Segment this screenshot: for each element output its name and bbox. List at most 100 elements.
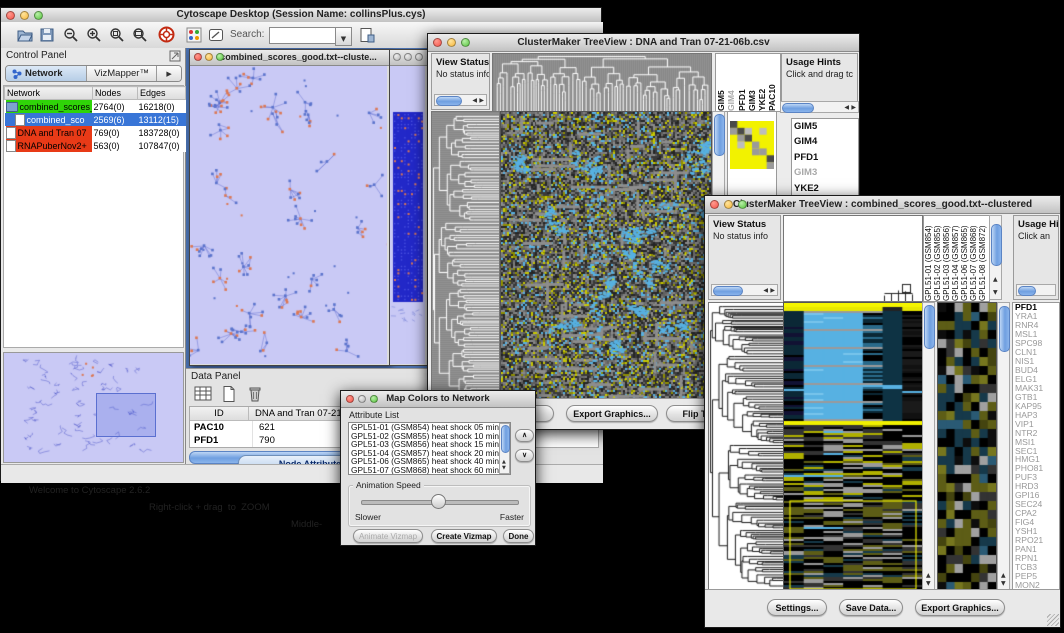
network-graph-canvas[interactable] [190,66,387,364]
column-header-nodes[interactable]: Nodes [93,87,138,100]
column-header-network[interactable]: Network [5,87,93,100]
network-view-2-title-bar[interactable] [390,50,427,66]
move-up-button[interactable]: ∧ [515,429,534,442]
close-icon[interactable] [194,53,202,61]
close-icon[interactable] [433,38,442,47]
minimize-icon[interactable] [20,11,29,20]
treeview-combined-title-bar[interactable]: ClusterMaker TreeView : combined_scores_… [705,196,1060,214]
search-dropdown-button[interactable]: ▼ [335,27,352,46]
minimize-icon[interactable] [404,53,412,61]
help-lifering-icon[interactable] [158,26,175,43]
zoom-matrix-canvas[interactable] [730,121,774,169]
column-label[interactable]: GIM4 [726,54,736,111]
gene-label[interactable]: PFD1 [794,150,858,165]
close-icon[interactable] [346,395,354,403]
tab-overflow-arrow[interactable]: ▶ [157,66,181,81]
overview-selection-rect[interactable] [96,393,156,437]
minimize-icon[interactable] [205,53,213,61]
zoom-window-icon[interactable] [738,200,747,209]
select-attributes-icon[interactable] [194,385,212,403]
open-file-icon[interactable] [17,27,33,43]
save-icon[interactable] [39,27,55,43]
gene-label[interactable]: GIM4 [794,134,858,149]
new-attribute-icon[interactable] [220,385,238,403]
zoom-vscrollbar[interactable]: ▲ ▼ [997,302,1010,590]
zoom-window-icon[interactable] [34,11,43,20]
column-label[interactable]: GPL51-06 (GSM865) [960,216,969,301]
gene-label[interactable]: YKE2 [794,181,858,196]
dense-network-canvas[interactable] [390,66,425,364]
scroll-up-icon[interactable]: ▲ [1001,573,1006,579]
dialog-title-bar[interactable]: Map Colors to Network [341,391,535,408]
column-label[interactable]: GPL51-08 (GSM872) [978,216,987,301]
export-graphics-button[interactable]: Export Graphics... [566,405,658,422]
scroll-left-icon[interactable]: ◀ [763,288,768,294]
main-title-bar[interactable]: Cytoscape Desktop (Session Name: collins… [1,8,601,23]
network-view-title-bar[interactable]: combined_scores_good.txt--cluste... [190,50,389,66]
network-row-rnapubernov2[interactable]: RNAPuberNov2+ 563(0) 107847(0) [5,139,186,152]
scroll-right-icon[interactable]: ▶ [851,105,856,111]
zoom-window-icon[interactable] [216,53,224,61]
column-dendrogram-canvas[interactable] [783,215,923,302]
scroll-up-icon[interactable]: ▲ [926,573,931,579]
create-vizmap-button[interactable]: Create Vizmap [431,529,497,543]
annotation-icon[interactable] [208,27,224,43]
scroll-down-icon[interactable]: ▼ [993,290,998,296]
zoom-window-icon[interactable] [415,53,423,61]
column-label[interactable]: GPL51-04 (GSM857) [951,216,960,301]
global-heatmap-canvas[interactable] [500,111,712,401]
column-label[interactable]: YKE2 [757,54,767,111]
export-graphics-button[interactable]: Export Graphics... [915,599,1005,616]
settings-button[interactable]: Settings... [767,599,827,616]
usage-hscrollbar[interactable] [1016,284,1056,296]
tab-network[interactable]: Network [6,66,87,81]
close-icon[interactable] [393,53,401,61]
move-down-button[interactable]: ∨ [515,449,534,462]
table-header-id[interactable]: ID [190,407,249,420]
close-icon[interactable] [710,200,719,209]
gene-dendrogram-canvas[interactable] [431,111,500,401]
column-label[interactable]: GIM3 [747,54,757,111]
column-label[interactable]: GPL51-07 (GSM868) [969,216,978,301]
zoom-selected-icon[interactable] [109,27,125,43]
network-overview-panel[interactable] [3,352,184,463]
scroll-up-icon[interactable]: ▲ [993,277,998,283]
gene-dendrogram-canvas[interactable] [708,302,784,592]
done-button[interactable]: Done [503,529,534,543]
resize-grip[interactable] [1047,614,1059,626]
gene-label[interactable]: GIM3 [794,165,858,180]
treeview-dna-title-bar[interactable]: ClusterMaker TreeView : DNA and Tran 07-… [428,34,859,52]
zoom-heatmap-canvas[interactable] [937,302,997,592]
column-dendrogram-canvas[interactable] [492,53,712,112]
zoom-window-icon[interactable] [461,38,470,47]
column-label[interactable]: PAC10 [767,54,777,111]
search-input[interactable] [269,27,337,44]
scroll-left-icon[interactable]: ◀ [472,98,477,104]
status-hscrollbar[interactable]: ◀ ▶ [434,94,487,106]
scroll-left-icon[interactable]: ◀ [844,105,849,111]
scroll-down-icon[interactable]: ▼ [1001,581,1006,587]
column-label[interactable]: GPL51-02 (GSM855) [933,216,942,301]
close-icon[interactable] [6,11,15,20]
attribute-list-item[interactable]: GPL51-07 (GSM868) heat shock 60 min [351,466,510,475]
minimize-icon[interactable] [447,38,456,47]
animate-vizmap-button[interactable]: Animate Vizmap [353,529,423,543]
minimize-icon[interactable] [724,200,733,209]
network-row-combined-scores[interactable]: combined_scores_ 2764(0) 16218(0) [5,100,186,114]
save-data-button[interactable]: Save Data... [839,599,903,616]
attribute-list-vscrollbar[interactable]: ▲ ▼ [499,423,510,474]
minimize-icon[interactable] [358,395,366,403]
zoom-out-icon[interactable] [63,27,79,43]
speed-slider-thumb[interactable] [431,494,446,509]
labels-hscrollbar[interactable]: ◀ ▶ [780,101,859,113]
zoom-window-icon[interactable] [370,395,378,403]
status-hscrollbar[interactable]: ◀ ▶ [711,284,778,296]
scroll-down-icon[interactable]: ▼ [926,581,931,587]
gene-label[interactable]: GIM5 [794,119,858,134]
column-label[interactable]: GPL51-03 (GSM856) [942,216,951,301]
global-heatmap-canvas[interactable] [783,302,923,592]
zoom-in-icon[interactable] [86,27,102,43]
column-label[interactable]: PFD1 [737,54,747,111]
column-label[interactable]: GIM5 [716,54,726,111]
attribute-browser-icon[interactable] [359,27,375,43]
